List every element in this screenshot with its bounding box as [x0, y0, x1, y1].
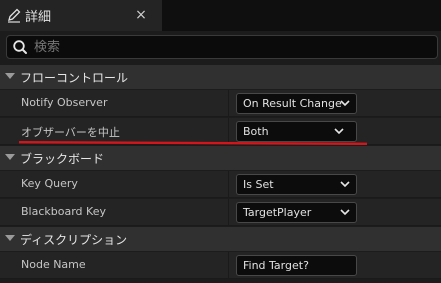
key-query-dropdown[interactable]: Is Set: [236, 174, 357, 195]
chevron-down-icon: [340, 181, 350, 188]
column-divider[interactable]: [228, 171, 229, 198]
chevron-down-icon: [340, 209, 350, 216]
category-description[interactable]: ディスクリプション: [0, 227, 441, 251]
search-input[interactable]: [34, 37, 414, 57]
property-row-blackboard-key: Blackboard Key TargetPlayer: [0, 199, 441, 226]
property-label: Notify Observer: [21, 96, 108, 109]
property-label: Node Name: [21, 258, 86, 271]
column-divider[interactable]: [228, 199, 229, 226]
dropdown-value: Both: [243, 125, 269, 138]
property-label: Key Query: [21, 177, 78, 190]
collapse-arrow-icon: [5, 235, 15, 241]
property-row-notify-observer: Notify Observer On Result Change: [0, 90, 441, 117]
collapse-arrow-icon: [5, 73, 15, 79]
category-label: フローコントロール: [20, 71, 129, 85]
dropdown-value: On Result Change: [243, 97, 342, 110]
collapse-arrow-icon: [5, 154, 15, 160]
category-flow-control[interactable]: フローコントロール: [0, 65, 441, 89]
tab-details[interactable]: 詳細 ×: [0, 0, 162, 31]
node-name-field[interactable]: [236, 255, 357, 276]
category-blackboard[interactable]: ブラックボード: [0, 146, 441, 170]
property-row-key-query: Key Query Is Set: [0, 171, 441, 198]
property-label: Blackboard Key: [21, 205, 106, 218]
property-label: オブザーバーを中止: [21, 126, 120, 139]
search-box[interactable]: [6, 35, 438, 59]
red-underline-annotation: [19, 141, 367, 145]
column-divider[interactable]: [228, 252, 229, 279]
close-icon[interactable]: ×: [134, 5, 148, 25]
property-row-node-name: Node Name: [0, 252, 441, 279]
pencil-icon: [8, 8, 21, 23]
category-label: ディスクリプション: [20, 233, 128, 247]
abort-observer-dropdown[interactable]: Both: [236, 121, 357, 142]
search-icon: [13, 40, 27, 54]
details-panel: フローコントロール Notify Observer On Result Chan…: [0, 31, 441, 283]
category-label: ブラックボード: [20, 152, 105, 166]
column-divider[interactable]: [228, 90, 229, 117]
chevron-down-icon: [334, 128, 344, 135]
tab-title: 詳細: [25, 10, 52, 25]
dropdown-value: TargetPlayer: [243, 206, 312, 219]
tab-bar: 詳細 ×: [0, 0, 441, 31]
blackboard-key-dropdown[interactable]: TargetPlayer: [236, 202, 357, 223]
chevron-down-icon: [340, 100, 350, 107]
notify-observer-dropdown[interactable]: On Result Change: [236, 93, 357, 114]
dropdown-value: Is Set: [243, 178, 274, 191]
